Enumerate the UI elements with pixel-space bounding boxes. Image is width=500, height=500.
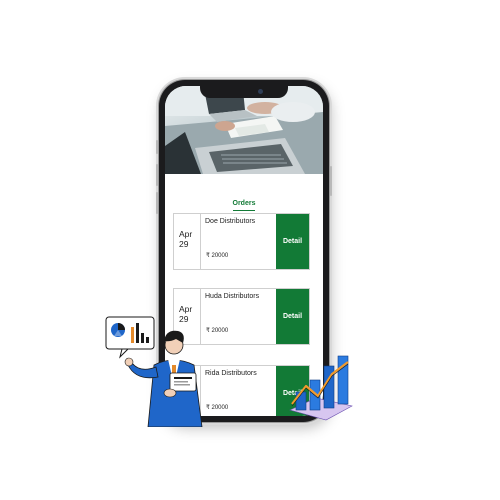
distributor-name: Doe Distributors [205,218,256,225]
phone-notch [200,86,288,98]
analytics-person-illustration [105,316,203,427]
order-card: Apr 29 Doe Distributors ₹ 20000 Detail [173,213,310,270]
tab-orders[interactable]: Orders [232,200,256,211]
camera-icon [258,89,263,94]
order-date: Apr 29 [174,214,201,269]
office-photo-graphic [165,86,323,174]
phone-side-button [156,164,158,186]
distributor-name: Rida Distributors [205,370,257,377]
phone-side-button [156,192,158,214]
detail-button[interactable]: Detail [276,289,309,344]
phone-power-button [330,166,332,196]
order-day: 29 [179,239,189,249]
order-month: Apr [179,304,193,314]
phone-side-button [156,140,158,154]
order-amount: ₹ 20000 [206,253,229,259]
detail-button[interactable]: Detail [276,214,309,269]
tab-bar: Orders [165,192,323,211]
order-month: Apr [179,229,193,239]
distributor-name: Huda Distributors [205,293,260,300]
office-photo [165,86,323,174]
growth-chart-illustration [289,355,353,421]
